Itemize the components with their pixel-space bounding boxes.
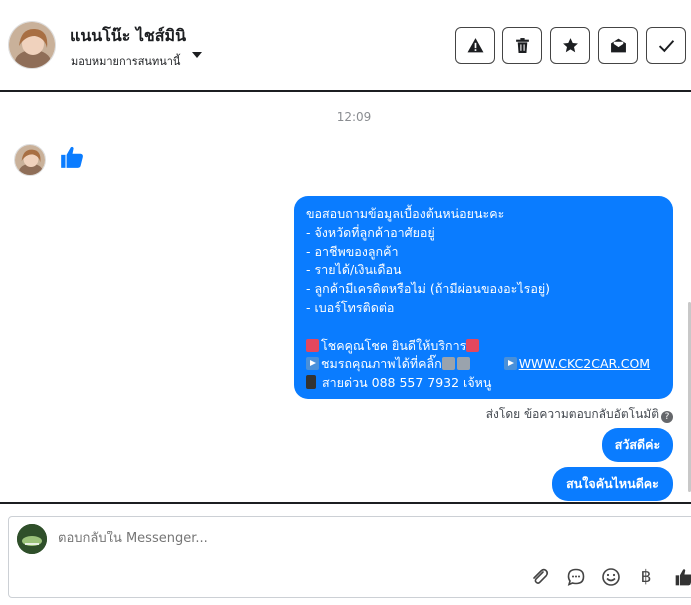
quick-reply-message[interactable]: สนใจคันไหนดีคะ xyxy=(552,467,673,501)
star-icon xyxy=(562,38,578,53)
alert-triangle-icon xyxy=(467,38,483,53)
play-button-emoji-icon xyxy=(503,357,517,371)
message-line: - ลูกค้ามีเครดิตหรือไม่ (ถ้ามีผ่อนของอะไ… xyxy=(306,281,551,297)
down-arrow-emoji-icon xyxy=(441,357,455,371)
play-button-emoji-icon xyxy=(306,357,319,371)
delete-button[interactable] xyxy=(502,27,542,64)
emoji-button[interactable] xyxy=(600,566,622,588)
contact-name[interactable]: แนนโน๊ะ ไชส์มินิ xyxy=(70,24,186,49)
website-link[interactable]: WWW.CKC2CAR.COM xyxy=(519,356,650,371)
sparkle-emoji-icon xyxy=(306,338,319,352)
message-line: - รายได้/เงินเดือน xyxy=(306,262,402,278)
message-thread[interactable]: 12:09 ขอสอบถามข้อมูลเบื้องต้นหน่อยนะคะ -… xyxy=(0,92,691,502)
paperclip-icon xyxy=(533,568,549,584)
promo-line: โชคคูณโชค ยินดีให้บริการ xyxy=(321,337,467,353)
chat-bubble-icon xyxy=(567,568,585,586)
star-button[interactable] xyxy=(550,27,590,64)
assign-conversation-dropdown[interactable]: มอบหมายการสนทนานี้ xyxy=(71,52,180,70)
conversation-header: แนนโน๊ะ ไชส์มินิ มอบหมายการสนทนานี้ xyxy=(0,0,691,92)
page-avatar xyxy=(17,524,47,554)
message-line: - จังหวัดที่ลูกค้าอาศัยอยู่ xyxy=(306,224,435,240)
message-line: ขอสอบถามข้อมูลเบื้องต้นหน่อยนะคะ xyxy=(306,206,505,221)
mark-unread-button[interactable] xyxy=(598,27,638,64)
send-like-button[interactable] xyxy=(673,566,691,588)
divider xyxy=(0,502,691,504)
hotline-line: สายด่วน 088 557 7932 เจ้หนู xyxy=(321,375,492,391)
emoji-icon xyxy=(602,568,620,586)
message-line: - เบอร์โทรติดต่อ xyxy=(306,299,395,315)
sender-avatar xyxy=(14,144,46,176)
thumbs-up-icon xyxy=(61,146,83,168)
sparkle-emoji-icon xyxy=(466,338,480,352)
thumbs-up-icon xyxy=(675,569,691,586)
saved-replies-button[interactable] xyxy=(565,566,587,588)
sent-by-label: ส่งโดย ข้อความตอบกลับอัตโนมัติ? xyxy=(486,405,673,424)
contact-avatar[interactable] xyxy=(8,21,56,69)
payment-button[interactable]: ฿ xyxy=(635,566,657,588)
phone-emoji-icon xyxy=(306,375,316,390)
quick-reply-message[interactable]: สวัสดีค่ะ xyxy=(602,428,673,462)
reply-input[interactable] xyxy=(58,531,458,546)
spam-button[interactable] xyxy=(455,27,495,64)
attach-button[interactable] xyxy=(529,566,551,588)
message-line: - อาชีพของลูกค้า xyxy=(306,243,399,259)
envelope-open-icon xyxy=(610,38,626,53)
help-icon[interactable]: ? xyxy=(661,411,673,423)
message-timestamp: 12:09 xyxy=(336,110,372,124)
auto-reply-message-bubble[interactable]: ขอสอบถามข้อมูลเบื้องต้นหน่อยนะคะ - จังหว… xyxy=(294,196,673,399)
baht-icon: ฿ xyxy=(640,567,652,587)
trash-icon xyxy=(515,38,529,53)
promo-line: ชมรถคุณภาพได้ที่คลิ๊ก xyxy=(321,356,442,372)
mark-done-button[interactable] xyxy=(646,27,686,64)
sent-by-text: ส่งโดย ข้อความตอบกลับอัตโนมัติ xyxy=(485,407,659,421)
down-arrow-emoji-icon xyxy=(456,357,470,371)
check-icon xyxy=(658,40,674,53)
chevron-down-icon[interactable] xyxy=(192,52,202,58)
reply-composer[interactable]: ฿ xyxy=(8,516,691,598)
